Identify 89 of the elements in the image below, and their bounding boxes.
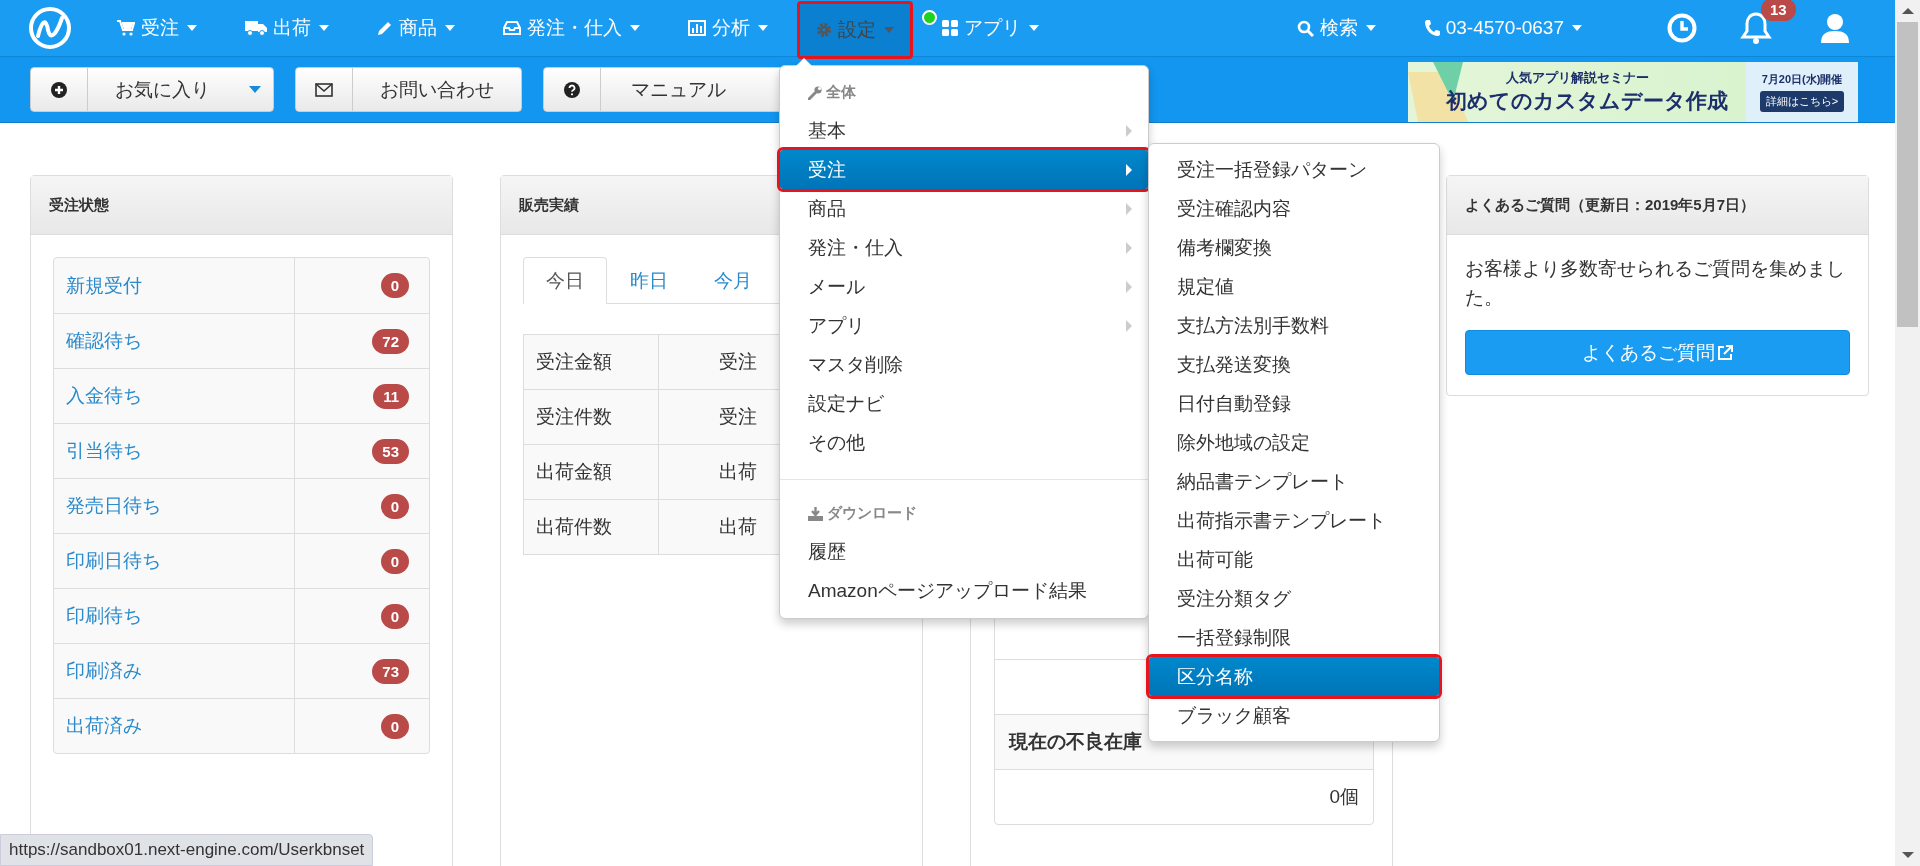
table-cell: 出荷金額: [523, 444, 659, 500]
status-link[interactable]: 出荷済み: [66, 713, 142, 739]
count-badge: 0: [380, 493, 409, 519]
faq-description: お客様より多数寄せられるご質問を集めました。: [1465, 257, 1846, 310]
bell-icon[interactable]: [1739, 10, 1773, 46]
menu-item[interactable]: 支払方法別手数料: [1149, 306, 1439, 345]
truck-icon: [245, 20, 267, 36]
menu-item[interactable]: 出荷指示書テンプレート: [1149, 501, 1439, 540]
scroll-down-icon[interactable]: [1901, 852, 1914, 858]
status-link[interactable]: 印刷済み: [66, 658, 142, 684]
menu-item[interactable]: 出荷可能: [1149, 540, 1439, 579]
banner-title: 初めてのカスタムデータ作成: [1445, 87, 1728, 114]
caret-icon: [1572, 25, 1582, 31]
menu-item[interactable]: 規定値: [1149, 267, 1439, 306]
status-link[interactable]: 新規受付: [66, 272, 142, 299]
caret-icon: [1365, 25, 1376, 31]
caret-icon: [1029, 25, 1039, 31]
tray-icon: [503, 21, 521, 35]
phone-icon: [1423, 19, 1440, 37]
table-cell: 受注件数: [523, 389, 659, 445]
link-url-tooltip: https://sandbox01.next-engine.com/Userkbnset: [0, 834, 374, 866]
external-link-icon: [1717, 344, 1733, 361]
menu-item[interactable]: 受注確認内容: [1149, 189, 1439, 228]
panel-title: 受注状態: [31, 176, 452, 235]
cart-icon: [117, 20, 135, 36]
count-badge: 0: [380, 603, 409, 629]
count-badge: 73: [372, 658, 409, 684]
period-tab[interactable]: 昨日: [607, 257, 691, 303]
table-cell-text: 0個: [1328, 785, 1360, 809]
count-badge: 53: [372, 438, 409, 464]
count-badge: 0: [380, 273, 409, 298]
caret-icon: [187, 25, 197, 31]
bar-chart-icon: [688, 20, 706, 36]
menu-item[interactable]: 支払発送変換: [1149, 345, 1439, 384]
caret-icon: [319, 25, 329, 31]
scrollbar[interactable]: [1895, 0, 1920, 866]
status-link[interactable]: 発売日待ち: [66, 493, 161, 519]
table-cell: 受注金額: [523, 334, 659, 390]
menu-item[interactable]: 一括登録制限: [1149, 618, 1439, 657]
pencil-icon: [377, 20, 393, 36]
menu-item[interactable]: 除外地域の設定: [1149, 423, 1439, 462]
caret-icon: [249, 86, 261, 93]
banner-subtitle: 人気アプリ解説セミナー: [1505, 68, 1649, 87]
notification-count: 13: [1761, 0, 1796, 21]
panel-title: よくあるご質問（更新日：2019年5月7日）: [1447, 176, 1868, 235]
menu-item[interactable]: Amazonページアップロード結果: [780, 571, 1148, 610]
wrench-icon: [808, 85, 822, 100]
question-circle-icon: [564, 81, 580, 98]
count-badge: 0: [380, 713, 409, 739]
envelope-icon: [315, 82, 333, 97]
gear-icon: [816, 22, 832, 38]
status-link[interactable]: 印刷日待ち: [66, 548, 161, 574]
grid-icon: [942, 20, 958, 36]
caret-icon: [445, 25, 455, 31]
caret-icon: [630, 25, 640, 31]
count-badge: 11: [373, 383, 409, 409]
menu-item[interactable]: 日付自動登録: [1149, 384, 1439, 423]
scroll-up-icon[interactable]: [1901, 8, 1914, 14]
period-tab[interactable]: 今月: [691, 257, 775, 303]
table-cell: 出荷件数: [523, 499, 659, 555]
plus-circle-icon: [51, 81, 67, 98]
caret-icon: [884, 27, 894, 33]
count-badge: 72: [372, 328, 409, 354]
user-icon[interactable]: [1819, 12, 1851, 44]
status-link[interactable]: 印刷待ち: [66, 603, 142, 629]
menu-item[interactable]: 受注一括登録パターン: [1149, 150, 1439, 189]
toolbar-button[interactable]: お問い合わせ: [295, 67, 522, 112]
status-link[interactable]: 引当待ち: [66, 438, 142, 464]
menu-item[interactable]: 備考欄変換: [1149, 228, 1439, 267]
menu-item[interactable]: 受注分類タグ: [1149, 579, 1439, 618]
search-icon: [1296, 19, 1314, 37]
banner-link[interactable]: 詳細はこちら>: [1759, 90, 1845, 112]
clock-icon[interactable]: [1667, 13, 1697, 43]
status-link[interactable]: 入金待ち: [66, 383, 142, 409]
download-icon: [808, 506, 823, 521]
period-tab[interactable]: 今日: [523, 257, 607, 304]
caret-icon: [758, 25, 768, 31]
logo-icon[interactable]: [28, 6, 72, 50]
menu-item[interactable]: 基本: [780, 111, 1148, 150]
menu-item[interactable]: 区分名称: [1149, 657, 1439, 696]
banner-date: 7月20日(水)開催: [1761, 71, 1843, 87]
menu-section-header: 全体: [826, 83, 856, 102]
scrollbar-thumb[interactable]: [1897, 22, 1918, 327]
toolbar-button[interactable]: お気に入り: [30, 67, 274, 112]
menu-item[interactable]: 納品書テンプレート: [1149, 462, 1439, 501]
menu-item[interactable]: 受注: [780, 150, 1148, 189]
menu-item[interactable]: メール: [780, 267, 1148, 306]
status-link[interactable]: 確認待ち: [66, 328, 142, 354]
count-badge: 0: [380, 548, 409, 574]
